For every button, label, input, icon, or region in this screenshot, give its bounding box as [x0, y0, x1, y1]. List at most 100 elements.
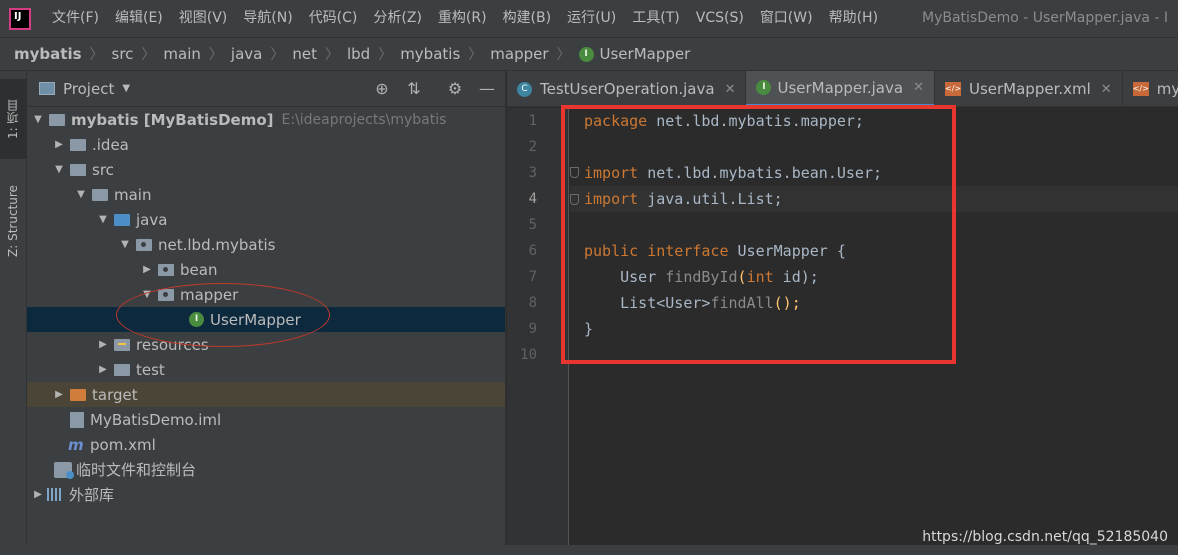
menu-tools[interactable]: 工具(T) [624, 0, 687, 37]
breadcrumb-item[interactable]: net [292, 45, 317, 63]
tree-item-target[interactable]: ▶ target [27, 382, 505, 407]
expand-arrow-icon[interactable]: ▶ [96, 364, 110, 375]
tree-item-main[interactable]: ▼ main [27, 182, 505, 207]
line-number: 4 [528, 191, 537, 207]
breadcrumb-separator-icon: 〉 [468, 47, 483, 63]
expand-arrow-icon[interactable]: ▼ [52, 164, 66, 175]
tree-item-scratches[interactable]: 临时文件和控制台 [27, 457, 505, 482]
line-number-gutter: 1 2 3 4 5 6 7 8 9 10 [507, 108, 569, 555]
project-path: E:\ideaprojects\mybatis [281, 111, 447, 128]
intellij-logo-icon[interactable]: IJ [9, 7, 31, 30]
expand-arrow-icon[interactable]: ▶ [31, 489, 45, 500]
breadcrumb-separator-icon: 〉 [324, 47, 339, 63]
menu-build[interactable]: 构建(B) [495, 0, 560, 37]
tree-item-src[interactable]: ▼ src [27, 157, 505, 182]
package-icon [158, 263, 174, 276]
menu-refactor[interactable]: 重构(R) [430, 0, 495, 37]
project-view-icon [39, 82, 55, 95]
tab-usermapper-xml[interactable]: </> UserMapper.xml ✕ [935, 71, 1123, 106]
breadcrumb-item[interactable]: mybatis [400, 45, 460, 63]
breadcrumb-item[interactable]: mybatis [14, 45, 82, 63]
tree-item-label: test [136, 360, 165, 379]
line-number: 6 [528, 243, 537, 259]
tree-item-label: bean [180, 260, 218, 279]
expand-arrow-icon[interactable]: ▶ [96, 339, 110, 350]
minimize-icon[interactable]: — [477, 79, 497, 99]
tree-item-package-root[interactable]: ▼ net.lbd.mybatis [27, 232, 505, 257]
tree-item-label: MyBatisDemo.iml [90, 410, 222, 429]
breadcrumb-item[interactable]: java [231, 45, 262, 63]
tree-item-mybatis[interactable]: ▼ mybatis [MyBatisDemo] E:\ideaprojects\… [27, 107, 505, 132]
class-icon: C [517, 81, 532, 97]
close-icon[interactable]: ✕ [913, 80, 924, 95]
close-icon[interactable]: ✕ [725, 82, 736, 97]
tab-mybatis-config[interactable]: </> myba [1123, 71, 1178, 106]
gear-icon[interactable]: ⚙ [445, 79, 465, 99]
close-icon[interactable]: ✕ [1101, 82, 1112, 97]
tool-tab-structure[interactable]: Z: Structure [0, 171, 27, 271]
menu-help[interactable]: 帮助(H) [821, 0, 886, 37]
breadcrumb-item[interactable]: src [112, 45, 134, 63]
module-file-icon [70, 411, 84, 428]
folder-icon [114, 363, 130, 376]
expand-arrow-icon[interactable]: ▶ [52, 389, 66, 400]
breadcrumb-separator-icon: 〉 [89, 47, 104, 63]
breadcrumb-separator-icon: 〉 [378, 47, 393, 63]
breadcrumb-separator-icon: 〉 [270, 47, 285, 63]
line-number: 1 [528, 113, 537, 129]
resources-folder-icon [114, 338, 130, 351]
line-number: 5 [528, 217, 537, 233]
tool-tab-project[interactable]: 1: 项目 [0, 79, 27, 159]
menu-navigate[interactable]: 导航(N) [235, 0, 300, 37]
editor-tabs: C TestUserOperation.java ✕ I UserMapper.… [507, 71, 1178, 107]
menu-run[interactable]: 运行(U) [559, 0, 624, 37]
tree-item-iml[interactable]: MyBatisDemo.iml [27, 407, 505, 432]
tree-item-label: java [136, 210, 168, 229]
tab-label: UserMapper.java [777, 78, 904, 97]
tree-item-test[interactable]: ▶ test [27, 357, 505, 382]
menu-vcs[interactable]: VCS(S) [688, 0, 752, 37]
menu-code[interactable]: 代码(C) [301, 0, 366, 37]
breadcrumb-current[interactable]: UserMapper [600, 45, 691, 63]
tree-item-java[interactable]: ▼ java [27, 207, 505, 232]
menu-analyze[interactable]: 分析(Z) [365, 0, 430, 37]
line-number: 8 [528, 295, 537, 311]
collapse-all-icon[interactable]: ⇅ [404, 79, 424, 99]
tree-item-label: main [114, 185, 152, 204]
annotation-highlight-box [561, 105, 956, 364]
expand-arrow-icon[interactable]: ▼ [118, 239, 132, 250]
breadcrumb: mybatis 〉 src 〉 main 〉 java 〉 net 〉 lbd 〉 myba… [0, 37, 1178, 71]
expand-arrow-icon[interactable]: ▼ [31, 114, 45, 125]
tree-item-external-libraries[interactable]: ▶ 外部库 [27, 482, 505, 507]
expand-arrow-icon[interactable]: ▶ [140, 264, 154, 275]
breadcrumb-item[interactable]: lbd [347, 45, 370, 63]
expand-arrow-icon[interactable]: ▶ [52, 139, 66, 150]
interface-icon: I [578, 46, 594, 62]
dropdown-caret-icon[interactable]: ▼ [122, 83, 130, 94]
expand-arrow-icon[interactable]: ▼ [96, 214, 110, 225]
library-icon [47, 488, 63, 501]
breadcrumb-separator-icon: 〉 [556, 47, 571, 63]
watermark: https://blog.csdn.net/qq_52185040 [922, 529, 1168, 545]
tab-testuseroperation[interactable]: C TestUserOperation.java ✕ [507, 71, 747, 106]
expand-arrow-icon[interactable]: ▼ [74, 189, 88, 200]
breadcrumb-item[interactable]: main [163, 45, 200, 63]
menu-view[interactable]: 视图(V) [171, 0, 236, 37]
locate-file-icon[interactable]: ⊕ [372, 79, 392, 99]
tree-item-label: target [92, 385, 138, 404]
folder-icon [92, 188, 108, 201]
menu-file[interactable]: 文件(F) [44, 0, 107, 37]
line-number: 3 [528, 165, 537, 181]
menu-edit[interactable]: 编辑(E) [107, 0, 171, 37]
project-view-selector[interactable]: Project [63, 80, 114, 98]
breadcrumb-item[interactable]: mapper [490, 45, 548, 63]
menu-window[interactable]: 窗口(W) [752, 0, 821, 37]
tree-item-bean[interactable]: ▶ bean [27, 257, 505, 282]
tab-usermapper-java[interactable]: I UserMapper.java ✕ [746, 71, 935, 106]
annotation-ellipse [116, 283, 330, 347]
line-number: 10 [520, 347, 537, 363]
source-folder-icon [114, 213, 130, 226]
tree-item-label: pom.xml [90, 435, 156, 454]
tree-item-idea[interactable]: ▶ .idea [27, 132, 505, 157]
tree-item-pom[interactable]: m pom.xml [27, 432, 505, 457]
